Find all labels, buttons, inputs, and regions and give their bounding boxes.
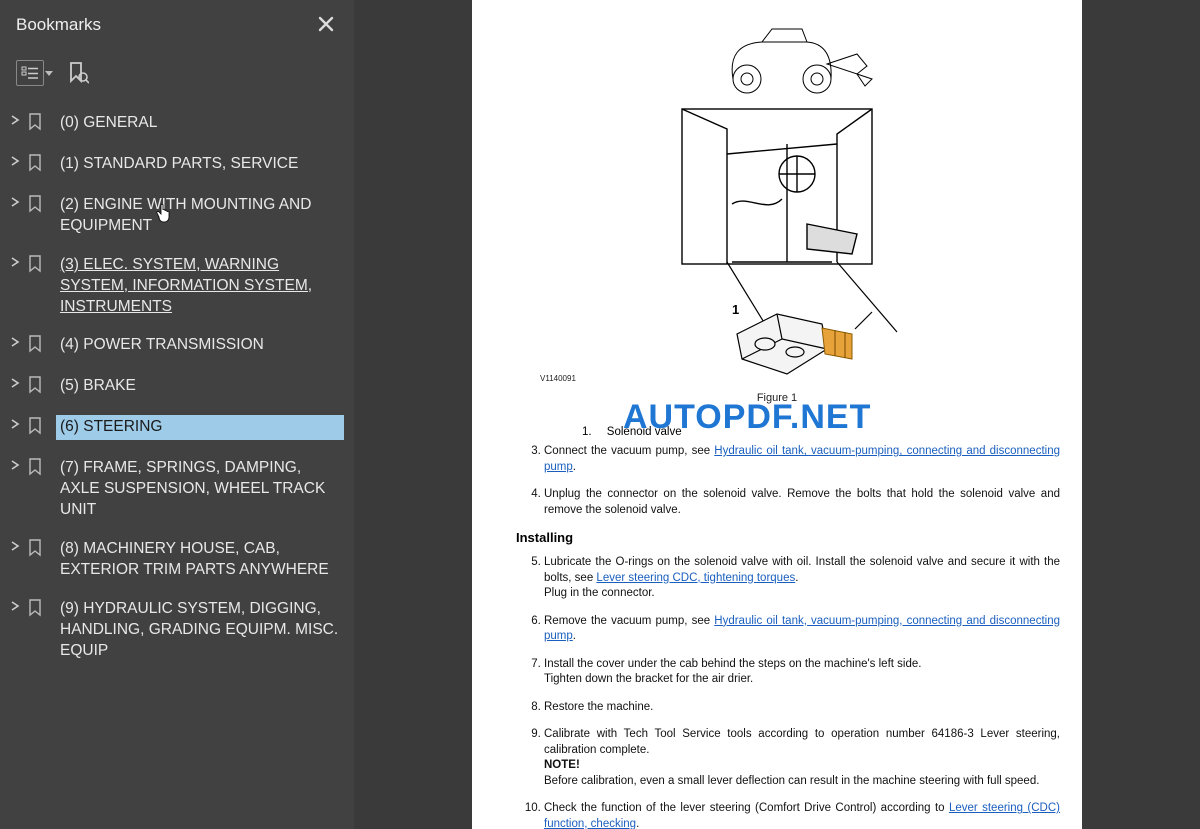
diagram-callout-number: 1 [732,302,739,317]
bookmark-label: (5) BRAKE [56,374,344,399]
bookmark-item-general[interactable]: (0) GENERAL [6,104,348,145]
close-icon [318,16,334,32]
figure-label: Figure 1 [757,392,797,404]
bookmark-label: (7) FRAME, SPRINGS, DAMPING, AXLE SUSPEN… [56,456,344,523]
bookmark-item-standard-parts[interactable]: (1) STANDARD PARTS, SERVICE [6,145,348,186]
sidebar-title: Bookmarks [16,15,101,35]
chevron-right-icon[interactable] [10,337,26,347]
step-8: Restore the machine. [544,700,1060,716]
bookmark-list: (0) GENERAL (1) STANDARD PARTS, SERVICE … [0,100,354,675]
bookmark-ribbon-icon [28,599,46,624]
bookmark-item-elec-system[interactable]: (3) ELEC. SYSTEM, WARNING SYSTEM, INFORM… [6,246,348,327]
bookmark-ribbon-icon [28,113,46,138]
find-bookmark-button[interactable] [64,60,92,86]
bookmark-label: (4) POWER TRANSMISSION [56,333,344,358]
bookmark-item-power-transmission[interactable]: (4) POWER TRANSMISSION [6,326,348,367]
bookmark-ribbon-icon [28,458,46,483]
bookmark-item-frame[interactable]: (7) FRAME, SPRINGS, DAMPING, AXLE SUSPEN… [6,449,348,530]
bookmark-item-brake[interactable]: (5) BRAKE [6,367,348,408]
section-heading-installing: Installing [516,530,1060,545]
bookmark-label: (8) MACHINERY HOUSE, CAB, EXTERIOR TRIM … [56,537,344,583]
chevron-right-icon[interactable] [10,156,26,166]
bookmark-label: (6) STEERING [56,415,344,440]
chevron-right-icon[interactable] [10,419,26,429]
bookmark-ribbon-icon [28,376,46,401]
chevron-right-icon[interactable] [10,541,26,551]
bookmark-label: (3) ELEC. SYSTEM, WARNING SYSTEM, INFORM… [56,253,344,320]
bookmark-item-hydraulic-system[interactable]: (9) HYDRAULIC SYSTEM, DIGGING, HANDLING,… [6,590,348,671]
chevron-right-icon[interactable] [10,601,26,611]
procedure-steps: Connect the vacuum pump, see Hydraulic o… [544,444,1060,518]
step-3: Connect the vacuum pump, see Hydraulic o… [544,444,1060,475]
bookmark-item-steering[interactable]: (6) STEERING [6,408,348,449]
chevron-right-icon[interactable] [10,460,26,470]
bookmark-ribbon-icon [28,335,46,360]
list-icon [21,66,39,80]
bookmark-label: (0) GENERAL [56,111,344,136]
step-6: Remove the vacuum pump, see Hydraulic oi… [544,614,1060,645]
bookmark-ribbon-icon [28,255,46,280]
technical-diagram [637,24,917,384]
bookmark-ribbon-icon [28,195,46,220]
document-page: 1 V1140091 Figure 1 1. Solenoid valve Co… [472,0,1082,829]
chevron-right-icon[interactable] [10,378,26,388]
link-tightening-torques[interactable]: Lever steering CDC, tightening torques [596,572,795,584]
figure-container: 1 V1140091 Figure 1 [494,24,1060,404]
chevron-right-icon[interactable] [10,115,26,125]
bookmark-item-machinery-house[interactable]: (8) MACHINERY HOUSE, CAB, EXTERIOR TRIM … [6,530,348,590]
step-4: Unplug the connector on the solenoid val… [544,487,1060,518]
bookmark-ribbon-icon [28,417,46,442]
bookmark-search-icon [67,61,89,85]
legend-number: 1. [582,426,592,438]
diagram-reference-id: V1140091 [540,374,576,383]
step-9: Calibrate with Tech Tool Service tools a… [544,727,1060,789]
bookmark-ribbon-icon [28,154,46,179]
bookmark-ribbon-icon [28,539,46,564]
document-viewer[interactable]: 1 V1140091 Figure 1 1. Solenoid valve Co… [354,0,1200,829]
sidebar-tools [0,50,354,100]
figure-legend: 1. Solenoid valve [582,426,1060,438]
legend-text: Solenoid valve [607,426,682,438]
bookmark-label: (2) ENGINE WITH MOUNTING AND EQUIPMENT [56,193,344,239]
bookmark-label: (9) HYDRAULIC SYSTEM, DIGGING, HANDLING,… [56,597,344,664]
bookmarks-sidebar: Bookmarks (0) GENERAL [0,0,354,829]
bookmark-item-engine[interactable]: (2) ENGINE WITH MOUNTING AND EQUIPMENT [6,186,348,246]
step-10: Check the function of the lever steering… [544,801,1060,829]
step-5: Lubricate the O-rings on the solenoid va… [544,555,1060,602]
chevron-right-icon[interactable] [10,257,26,267]
step-7: Install the cover under the cab behind t… [544,657,1060,688]
bookmark-label: (1) STANDARD PARTS, SERVICE [56,152,344,177]
close-sidebar-button[interactable] [312,10,340,40]
bookmark-options-menu[interactable] [16,60,44,86]
sidebar-header: Bookmarks [0,0,354,50]
procedure-steps-install: Lubricate the O-rings on the solenoid va… [544,555,1060,829]
chevron-right-icon[interactable] [10,197,26,207]
